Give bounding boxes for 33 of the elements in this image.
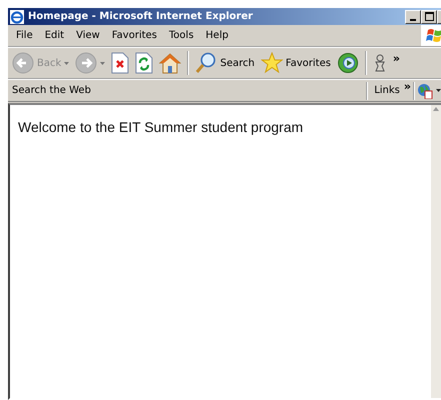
search-button[interactable]: Search [193,50,257,76]
search-icon [195,52,218,74]
more-button[interactable]: » [390,52,402,65]
page-refresh-icon [135,52,154,74]
house-icon [159,52,182,74]
menu-item[interactable]: Edit [38,30,70,41]
maximize-icon [424,12,434,21]
minimize-icon [410,18,416,20]
page-x-icon [111,52,130,74]
search-the-web-label: Search the Web [11,85,92,96]
figure-icon [372,53,387,73]
favorites-button[interactable]: Favorites [258,50,333,76]
media-disc-icon [336,52,359,74]
stop-button[interactable] [109,50,132,76]
menu-item[interactable]: Tools [163,30,200,41]
caret-icon [64,62,70,64]
menu-item[interactable]: Favorites [106,30,164,41]
window-title: Homepage - Microsoft Internet Explorer [28,11,254,22]
browser-logo-icon [10,10,24,24]
menu-item[interactable]: View [70,30,106,41]
links-label[interactable]: Links [368,85,402,96]
up-arrow-icon [432,105,440,113]
more-button[interactable]: » [402,80,413,93]
globe-document-icon [417,82,433,98]
caret-icon [436,89,441,92]
caret-icon [100,62,106,64]
menu-item[interactable]: File [10,30,39,41]
minimize-button[interactable] [405,10,421,24]
welcome-text: Welcome to the EIT Summer student program [18,119,304,135]
refresh-button[interactable] [133,50,156,76]
star-icon [260,52,283,74]
maximize-button[interactable] [421,10,437,24]
menu-item[interactable]: Help [200,30,234,41]
